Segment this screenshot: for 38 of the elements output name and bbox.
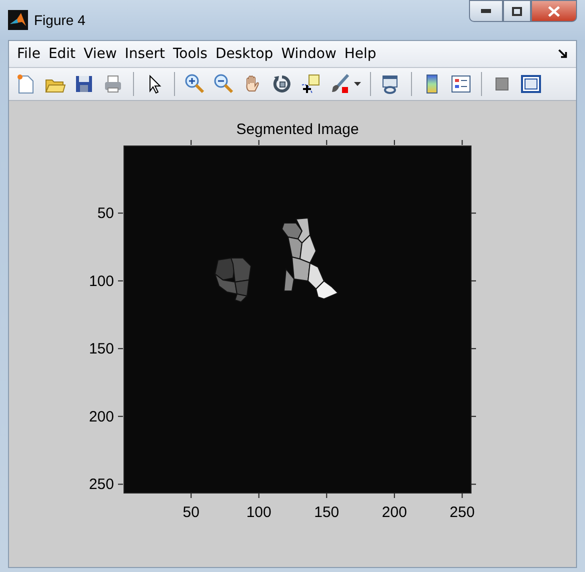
- caret-icon: [354, 82, 361, 86]
- menu-item[interactable]: Help: [340, 46, 380, 62]
- zoom-in-icon[interactable]: [184, 73, 206, 95]
- brush-dropdown[interactable]: [329, 73, 361, 95]
- y-tick-label: 250: [88, 476, 114, 494]
- menu-item[interactable]: Edit: [44, 46, 80, 62]
- x-tick-label: 200: [382, 504, 407, 521]
- dock-arrow-icon[interactable]: [558, 49, 568, 59]
- menu-item[interactable]: View: [80, 46, 121, 62]
- minimize-button[interactable]: [469, 0, 503, 22]
- y-tick-label: 50: [97, 205, 114, 222]
- show-plot-tools-icon[interactable]: [520, 73, 542, 95]
- x-tick-label: 250: [450, 504, 475, 521]
- maximize-button[interactable]: [503, 0, 531, 22]
- data-cursor-icon[interactable]: [300, 73, 322, 95]
- menu-item[interactable]: File: [13, 46, 44, 62]
- axes-title: Segmented Image: [236, 121, 359, 138]
- y-tick-label: 200: [88, 408, 114, 426]
- x-tick-label: 150: [314, 504, 340, 521]
- zoom-out-icon[interactable]: [213, 73, 235, 95]
- app-logo-icon: [8, 10, 28, 30]
- y-tick-label: 100: [88, 272, 114, 290]
- legend-icon[interactable]: [450, 73, 472, 95]
- minimize-icon: [481, 9, 491, 13]
- brush-icon: [329, 73, 351, 95]
- menu-item[interactable]: Desktop: [211, 46, 278, 62]
- window-title: Figure 4: [34, 12, 86, 28]
- save-icon[interactable]: [73, 73, 95, 95]
- y-tick-label: 150: [88, 340, 114, 358]
- rotate-icon[interactable]: [271, 73, 293, 95]
- print-icon[interactable]: [102, 73, 124, 95]
- close-icon: [548, 6, 560, 16]
- menu-item[interactable]: Insert: [120, 46, 169, 62]
- x-tick-label: 50: [182, 504, 200, 521]
- menu-item[interactable]: Window: [277, 46, 340, 62]
- x-tick-label: 100: [246, 504, 272, 521]
- menu-item[interactable]: Tools: [168, 46, 212, 62]
- maximize-icon: [512, 6, 522, 16]
